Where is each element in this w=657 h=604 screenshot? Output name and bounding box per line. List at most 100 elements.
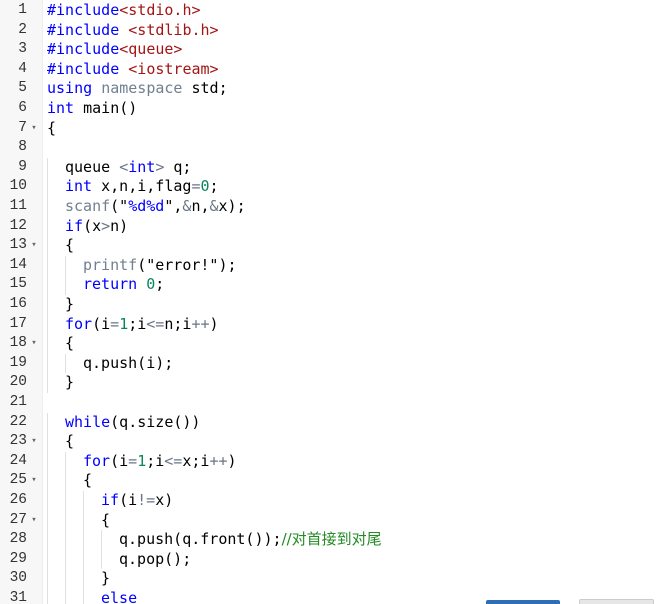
code-line[interactable]: 15 return 0; (0, 275, 657, 295)
indent-guide (47, 471, 48, 491)
line-number: 2 (18, 21, 27, 38)
code-editor[interactable]: 1 #include<stdio.h> 2 #include <stdlib.h> 3 #… (0, 0, 657, 604)
code-line[interactable]: 11 scanf("%d%d",&n,&x); (0, 197, 657, 217)
code-text[interactable]: while(q.size()) (65, 413, 200, 433)
code-line[interactable]: 20} (0, 373, 657, 393)
line-number: 29 (9, 550, 27, 567)
code-text[interactable]: q.push(q.front());//对首接到对尾 (119, 530, 382, 550)
code-line[interactable]: 24 for(i=1;i<=x;i++) (0, 451, 657, 472)
code-line[interactable]: 23 ▾ { (0, 432, 657, 452)
code-token: (i (110, 451, 129, 470)
line-number: 4 (18, 60, 27, 77)
code-text[interactable]: } (65, 373, 74, 393)
code-token: ) (209, 314, 219, 333)
code-text[interactable]: int x,n,i,flag=0; (65, 177, 219, 197)
code-text[interactable]: scanf("%d%d",&n,&x); (65, 197, 246, 217)
code-line[interactable]: 10 int x,n,i,flag=0; (0, 177, 657, 197)
code-token: x) (155, 491, 174, 509)
code-text[interactable]: printf("error!"); (83, 256, 237, 276)
code-line[interactable]: 18 ▾ { (0, 334, 657, 354)
code-line[interactable]: 14 printf("error!"); (0, 255, 657, 276)
code-token: = (110, 314, 120, 333)
code-line[interactable]: 3 #include<queue> (0, 40, 657, 60)
fold-toggle-icon[interactable]: ▾ (29, 511, 39, 531)
indent-guide (47, 589, 48, 604)
code-line[interactable]: 25 ▾ { (0, 471, 657, 491)
code-line[interactable]: 2 #include <stdlib.h> (0, 21, 657, 41)
code-text[interactable]: queue <int> q; (65, 158, 191, 178)
secondary-button-partial[interactable] (579, 599, 654, 604)
indent-guide (47, 530, 48, 550)
code-line[interactable]: 16} (0, 295, 657, 315)
code-line[interactable]: 6 int main() (0, 99, 657, 119)
code-token: namespace (101, 79, 183, 98)
code-line[interactable]: 13 ▾ { (0, 236, 657, 256)
indent-guide (65, 510, 66, 531)
line-number: 31 (9, 590, 27, 604)
code-text[interactable]: if(i!=x) (101, 491, 173, 511)
code-line[interactable]: 7 ▾ { (0, 119, 657, 139)
code-token: { (65, 432, 75, 451)
code-text[interactable]: using namespace std; (47, 79, 228, 99)
code-text[interactable]: { (65, 236, 74, 256)
code-token: using (47, 79, 93, 98)
code-text[interactable]: else (101, 589, 137, 604)
code-line[interactable]: 8 (0, 138, 657, 158)
code-line[interactable]: 12 if(x>n) (0, 216, 657, 237)
code-token: (q.size()) (110, 412, 201, 431)
code-line[interactable]: 21 (0, 393, 657, 413)
run-button-partial[interactable] (486, 600, 560, 604)
code-text[interactable]: #include<queue> (47, 40, 182, 60)
code-token: 0 (146, 275, 156, 294)
code-text[interactable]: #include <iostream> (47, 60, 219, 80)
code-line[interactable]: 1 #include<stdio.h> (0, 1, 657, 21)
code-token: ) (227, 451, 237, 470)
code-line[interactable]: 17 for(i=1;i<=n;i++) (0, 314, 657, 335)
code-line[interactable]: 30} (0, 569, 657, 589)
code-token: int (47, 99, 75, 117)
fold-toggle-icon[interactable]: ▾ (29, 334, 39, 354)
code-text[interactable]: return 0; (83, 275, 164, 295)
code-text[interactable]: } (65, 295, 74, 315)
code-text[interactable]: { (47, 119, 56, 139)
code-line[interactable]: 27 ▾ { (0, 510, 657, 531)
fold-toggle-icon[interactable]: ▾ (29, 471, 39, 491)
fold-toggle-icon[interactable]: ▾ (29, 432, 39, 452)
code-text[interactable]: for(i=1;i<=x;i++) (83, 452, 237, 472)
code-text[interactable]: } (101, 569, 110, 589)
code-token: <stdlib.h> (128, 20, 219, 39)
code-text[interactable]: q.push(i); (83, 354, 173, 374)
indent-guide (101, 549, 102, 570)
code-text[interactable]: #include <stdlib.h> (47, 21, 219, 41)
code-text[interactable]: { (65, 334, 74, 354)
code-token: #include (47, 20, 129, 39)
code-token: //对首接到对尾 (281, 530, 382, 549)
code-line[interactable]: 5 using namespace std; (0, 79, 657, 99)
code-text[interactable]: int main() (47, 99, 137, 119)
code-token: ++ (209, 451, 228, 470)
fold-toggle-icon[interactable]: ▾ (29, 119, 39, 139)
code-text[interactable]: #include<stdio.h> (47, 1, 201, 21)
line-number: 14 (9, 256, 27, 273)
code-text[interactable]: for(i=1;i<=n;i++) (65, 315, 219, 335)
code-text[interactable]: if(x>n) (65, 217, 128, 237)
indent-guide (47, 569, 48, 589)
code-line[interactable]: 9 queue <int> q; (0, 157, 657, 178)
code-line[interactable]: 29 q.pop(); (0, 549, 657, 570)
code-token: std; (182, 79, 228, 98)
code-line[interactable]: 4 #include <iostream> (0, 60, 657, 80)
code-text[interactable]: { (65, 432, 74, 452)
code-line[interactable]: 19 q.push(i); (0, 353, 657, 374)
indent-guide (65, 530, 66, 550)
code-text[interactable]: { (101, 511, 110, 531)
code-text[interactable]: q.pop(); (119, 550, 191, 570)
code-line[interactable]: 22 while(q.size()) (0, 412, 657, 433)
code-token: q.push(q.front()); (119, 530, 282, 549)
code-text[interactable]: { (83, 471, 92, 491)
fold-toggle-icon[interactable]: ▾ (29, 236, 39, 256)
indent-guide (47, 353, 48, 374)
code-line[interactable]: 26 if(i!=x) (0, 491, 657, 511)
code-line[interactable]: 28 q.push(q.front());//对首接到对尾 (0, 530, 657, 550)
indent-guide (65, 353, 66, 374)
line-number: 15 (9, 276, 27, 293)
